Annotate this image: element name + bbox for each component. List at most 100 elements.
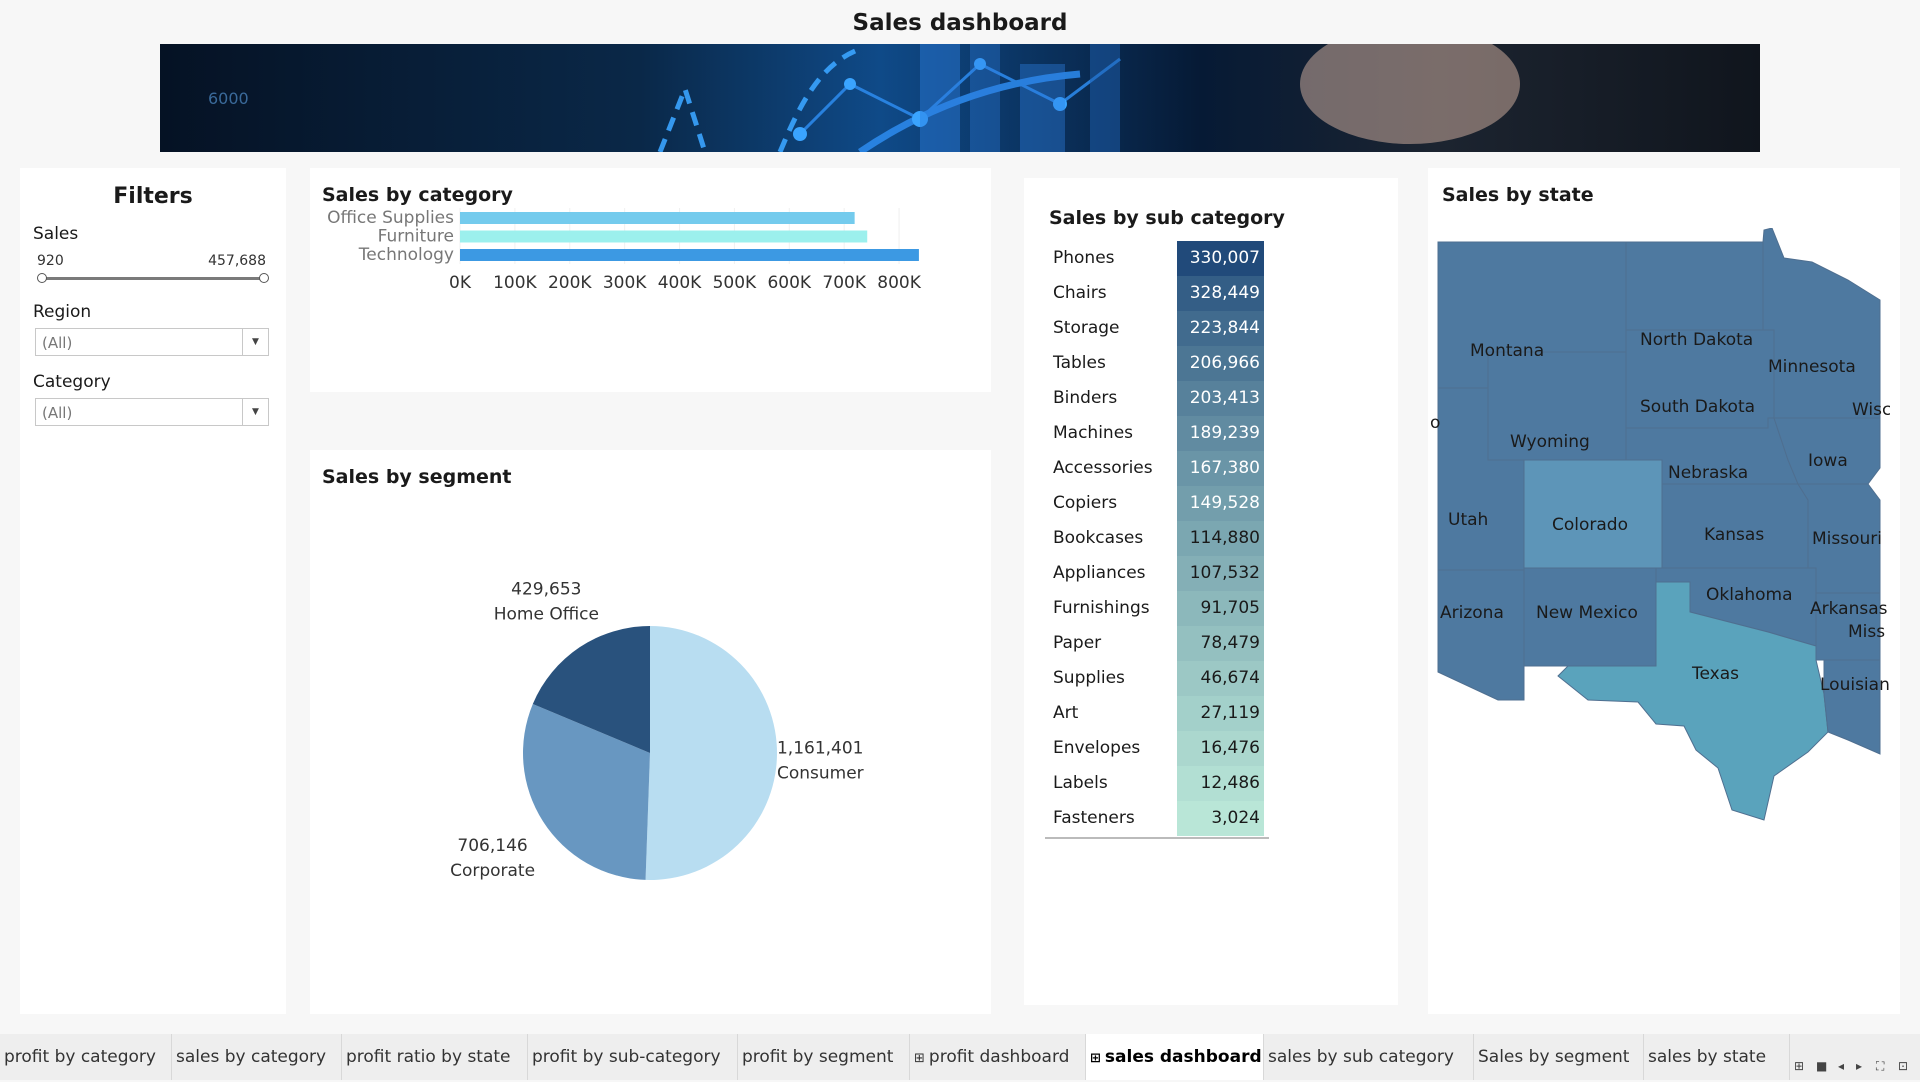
sub-category-row[interactable]: Chairs 328,449 <box>1045 276 1269 311</box>
state-label-wisconsin: Wisc <box>1852 400 1890 420</box>
category-bar[interactable] <box>460 249 919 261</box>
state-label-mississippi: Miss <box>1848 622 1885 642</box>
sub-category-name: Bookcases <box>1053 528 1144 548</box>
sub-category-name: Phones <box>1053 248 1115 268</box>
state-label-montana: Montana <box>1470 341 1544 361</box>
sub-category-value: 107,532 <box>1177 556 1264 591</box>
state-label-south-dakota: South Dakota <box>1640 397 1755 417</box>
state-label-oklahoma: Oklahoma <box>1706 585 1793 605</box>
sales-by-category-chart: Office SuppliesFurnitureTechnology 0K 100K… <box>327 208 922 293</box>
sub-category-value: 27,119 <box>1177 696 1264 731</box>
sales-range-slider[interactable] <box>42 277 264 280</box>
x-tick-label: 0K <box>449 273 472 293</box>
region-filter-label: Region <box>33 302 92 322</box>
dashboard-icon: ⊞ <box>914 1051 925 1066</box>
sales-by-segment-chart: 1,161,401 Consumer 706,146 Corporate 429,653… <box>450 579 864 881</box>
sub-category-value: 91,705 <box>1177 591 1264 626</box>
sheet-tab[interactable]: Sales by segment <box>1474 1034 1644 1080</box>
sub-category-row[interactable]: Supplies 46,674 <box>1045 661 1269 696</box>
pie-value-label: 429,653 <box>511 579 581 599</box>
filters-heading: Filters <box>113 184 193 209</box>
x-tick-label: 100K <box>493 273 537 293</box>
sheet-tab-label: profit by sub-category <box>532 1047 721 1067</box>
sub-category-row[interactable]: Accessories 167,380 <box>1045 451 1269 486</box>
sub-category-name: Supplies <box>1053 668 1125 688</box>
filmstrip-icon[interactable]: ■ <box>1816 1059 1827 1073</box>
sub-category-row[interactable]: Copiers 149,528 <box>1045 486 1269 521</box>
sales-by-state-map[interactable]: Montana North Dakota Minnesota South Dak… <box>1428 228 1890 988</box>
pie-segment-label: Consumer <box>777 763 864 783</box>
state-arizona <box>1437 569 1525 701</box>
x-tick-label: 500K <box>713 273 757 293</box>
sub-category-value: 16,476 <box>1177 731 1264 766</box>
sub-category-name: Binders <box>1053 388 1118 408</box>
sales-by-category-card: Sales by category Office Supplies Furnitu… <box>310 168 991 392</box>
table-bottom-border <box>1045 837 1269 839</box>
state-north-dakota <box>1625 241 1764 331</box>
category-dropdown-value: (All) <box>42 404 73 422</box>
sub-category-row[interactable]: Envelopes 16,476 <box>1045 731 1269 766</box>
sheet-tab[interactable]: ⊞ sales dashboard <box>1086 1034 1264 1080</box>
sheet-tab[interactable]: profit by segment <box>738 1034 910 1080</box>
sub-category-row[interactable]: Labels 12,486 <box>1045 766 1269 801</box>
sub-category-value: 3,024 <box>1177 801 1264 836</box>
sheet-tab[interactable]: sales by state <box>1644 1034 1790 1080</box>
fullscreen-icon[interactable]: ⛶ <box>1876 1059 1884 1074</box>
sub-category-row[interactable]: Phones 330,007 <box>1045 241 1269 276</box>
filters-panel: Filters Sales 920 457,688 Region (All) ▼… <box>20 168 286 1014</box>
presentation-icon[interactable]: ⊡ <box>1898 1059 1908 1073</box>
sub-category-row[interactable]: Bookcases 114,880 <box>1045 521 1269 556</box>
region-dropdown[interactable]: (All) ▼ <box>35 328 269 356</box>
sub-category-row[interactable]: Art 27,119 <box>1045 696 1269 731</box>
show-sheets-icon[interactable]: ⊞ <box>1794 1059 1804 1073</box>
sales-min-handle[interactable] <box>37 273 47 283</box>
sub-category-row[interactable]: Paper 78,479 <box>1045 626 1269 661</box>
category-axis-label: Furniture <box>378 227 454 247</box>
sub-category-name: Art <box>1053 703 1079 723</box>
sub-category-row[interactable]: Appliances 107,532 <box>1045 556 1269 591</box>
state-label-minnesota: Minnesota <box>1768 357 1856 377</box>
sales-max-handle[interactable] <box>259 273 269 283</box>
state-label-arizona: Arizona <box>1440 603 1504 623</box>
sub-category-row[interactable]: Fasteners 3,024 <box>1045 801 1269 836</box>
sales-max-value: 457,688 <box>208 253 266 269</box>
sub-category-name: Paper <box>1053 633 1102 653</box>
sheet-tab[interactable]: ⊞ profit dashboard <box>910 1034 1086 1080</box>
chevron-down-icon[interactable]: ▼ <box>242 399 268 425</box>
chevron-down-icon[interactable]: ▼ <box>242 329 268 355</box>
category-bar[interactable] <box>460 230 868 243</box>
banner-graphic: 6000 <box>208 44 1520 152</box>
sales-by-sub-category-card: Sales by sub category Phones 330,007 Chair… <box>1024 178 1398 1005</box>
sub-category-value: 189,239 <box>1177 416 1264 451</box>
sheet-tab-label: Sales by segment <box>1478 1047 1630 1067</box>
sheet-tab[interactable]: profit by category <box>0 1034 172 1080</box>
x-tick-label: 700K <box>822 273 866 293</box>
sheet-tab-bar: profit by category sales by category profi… <box>0 1034 1920 1080</box>
category-dropdown[interactable]: (All) ▼ <box>35 398 269 426</box>
sub-category-row[interactable]: Furnishings 91,705 <box>1045 591 1269 626</box>
sheet-tab-label: profit ratio by state <box>346 1047 511 1067</box>
state-label-iowa: Iowa <box>1808 451 1848 471</box>
sub-category-row[interactable]: Tables 206,966 <box>1045 346 1269 381</box>
sheet-tab-label: sales by sub category <box>1268 1047 1454 1067</box>
sheet-tab-label: sales by category <box>176 1047 327 1067</box>
sub-category-name: Appliances <box>1053 563 1146 583</box>
scroll-right-icon[interactable]: ▸ <box>1856 1059 1862 1073</box>
sub-category-row[interactable]: Storage 223,844 <box>1045 311 1269 346</box>
sub-category-name: Labels <box>1053 773 1108 793</box>
sheet-tab[interactable]: profit ratio by state <box>342 1034 528 1080</box>
sales-filter-label: Sales <box>33 224 79 244</box>
sub-category-row[interactable]: Binders 203,413 <box>1045 381 1269 416</box>
category-bar[interactable] <box>460 212 855 224</box>
sub-category-value: 114,880 <box>1177 521 1264 556</box>
sub-category-row[interactable]: Machines 189,239 <box>1045 416 1269 451</box>
sheet-tab-label: sales by state <box>1648 1047 1767 1067</box>
pie-slice[interactable] <box>645 626 778 880</box>
sheet-tab[interactable]: sales by sub category <box>1264 1034 1474 1080</box>
sub-category-value: 328,449 <box>1177 276 1264 311</box>
state-minnesota <box>1762 228 1881 419</box>
sheet-tab[interactable]: sales by category <box>172 1034 342 1080</box>
scroll-left-icon[interactable]: ◂ <box>1838 1059 1844 1073</box>
sheet-tab[interactable]: profit by sub-category <box>528 1034 738 1080</box>
sales-by-category-title: Sales by category <box>322 184 513 206</box>
